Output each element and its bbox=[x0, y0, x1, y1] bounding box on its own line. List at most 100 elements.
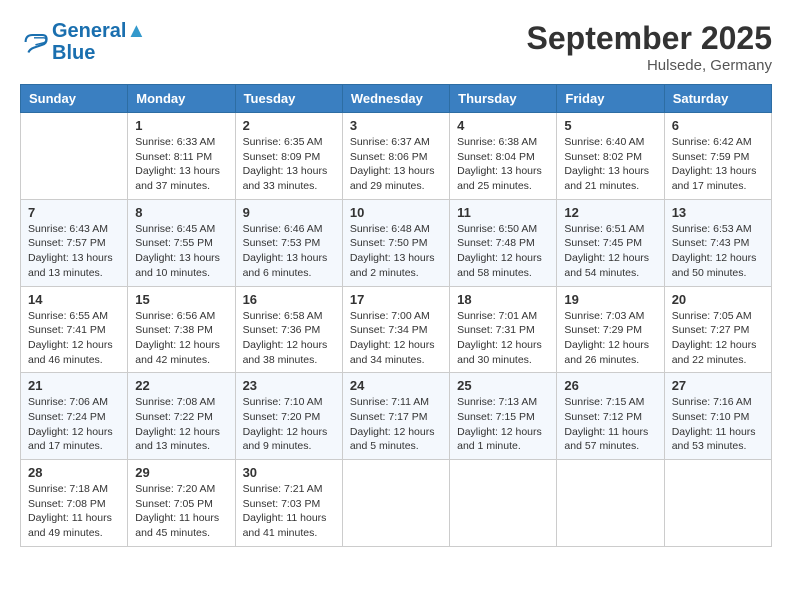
day-number: 19 bbox=[564, 292, 656, 307]
calendar-cell: 13 Sunrise: 6:53 AM Sunset: 7:43 PM Dayli… bbox=[664, 199, 771, 286]
cell-info: Sunrise: 7:00 AM Sunset: 7:34 PM Dayligh… bbox=[350, 309, 442, 368]
cell-info: Sunrise: 7:03 AM Sunset: 7:29 PM Dayligh… bbox=[564, 309, 656, 368]
day-number: 5 bbox=[564, 118, 656, 133]
day-number: 25 bbox=[457, 378, 549, 393]
calendar-cell: 19 Sunrise: 7:03 AM Sunset: 7:29 PM Dayli… bbox=[557, 286, 664, 373]
cell-info: Sunrise: 7:18 AM Sunset: 7:08 PM Dayligh… bbox=[28, 482, 120, 541]
calendar-cell bbox=[664, 460, 771, 547]
day-number: 14 bbox=[28, 292, 120, 307]
day-number: 17 bbox=[350, 292, 442, 307]
cell-info: Sunrise: 7:16 AM Sunset: 7:10 PM Dayligh… bbox=[672, 395, 764, 454]
calendar-cell: 22Sunrise: 7:08 AM Sunset: 7:22 PM Dayli… bbox=[128, 373, 235, 460]
calendar-cell: 5 Sunrise: 6:40 AM Sunset: 8:02 PM Daylig… bbox=[557, 113, 664, 200]
calendar-cell: 7Sunrise: 6:43 AM Sunset: 7:57 PM Daylig… bbox=[21, 199, 128, 286]
weekday-header-thursday: Thursday bbox=[450, 85, 557, 113]
weekday-header-friday: Friday bbox=[557, 85, 664, 113]
cell-info: Sunrise: 6:55 AM Sunset: 7:41 PM Dayligh… bbox=[28, 309, 120, 368]
cell-info: Sunrise: 6:40 AM Sunset: 8:02 PM Dayligh… bbox=[564, 135, 656, 194]
weekday-header-sunday: Sunday bbox=[21, 85, 128, 113]
calendar-cell: 17 Sunrise: 7:00 AM Sunset: 7:34 PM Dayli… bbox=[342, 286, 449, 373]
calendar-cell: 20Sunrise: 7:05 AM Sunset: 7:27 PM Dayli… bbox=[664, 286, 771, 373]
calendar-cell bbox=[21, 113, 128, 200]
cell-info: Sunrise: 6:33 AM Sunset: 8:11 PM Dayligh… bbox=[135, 135, 227, 194]
day-number: 13 bbox=[672, 205, 764, 220]
calendar-cell: 23 Sunrise: 7:10 AM Sunset: 7:20 PM Dayli… bbox=[235, 373, 342, 460]
calendar-cell: 1 Sunrise: 6:33 AM Sunset: 8:11 PM Daylig… bbox=[128, 113, 235, 200]
day-number: 11 bbox=[457, 205, 549, 220]
day-number: 4 bbox=[457, 118, 549, 133]
week-row-2: 7Sunrise: 6:43 AM Sunset: 7:57 PM Daylig… bbox=[21, 199, 772, 286]
weekday-row: SundayMondayTuesdayWednesdayThursdayFrid… bbox=[21, 85, 772, 113]
day-number: 18 bbox=[457, 292, 549, 307]
location: Hulsede, Germany bbox=[527, 57, 772, 74]
calendar-cell: 3 Sunrise: 6:37 AM Sunset: 8:06 PM Daylig… bbox=[342, 113, 449, 200]
week-row-3: 14 Sunrise: 6:55 AM Sunset: 7:41 PM Dayli… bbox=[21, 286, 772, 373]
day-number: 24 bbox=[350, 378, 442, 393]
cell-info: Sunrise: 6:58 AM Sunset: 7:36 PM Dayligh… bbox=[243, 309, 335, 368]
calendar-cell: 9 Sunrise: 6:46 AM Sunset: 7:53 PM Daylig… bbox=[235, 199, 342, 286]
day-number: 3 bbox=[350, 118, 442, 133]
day-number: 9 bbox=[243, 205, 335, 220]
day-number: 12 bbox=[564, 205, 656, 220]
cell-info: Sunrise: 6:43 AM Sunset: 7:57 PM Dayligh… bbox=[28, 222, 120, 281]
cell-info: Sunrise: 6:37 AM Sunset: 8:06 PM Dayligh… bbox=[350, 135, 442, 194]
month-title: September 2025 bbox=[527, 20, 772, 57]
calendar-cell: 10Sunrise: 6:48 AM Sunset: 7:50 PM Dayli… bbox=[342, 199, 449, 286]
calendar-cell bbox=[450, 460, 557, 547]
day-number: 15 bbox=[135, 292, 227, 307]
week-row-5: 28 Sunrise: 7:18 AM Sunset: 7:08 PM Dayli… bbox=[21, 460, 772, 547]
calendar-cell: 12 Sunrise: 6:51 AM Sunset: 7:45 PM Dayli… bbox=[557, 199, 664, 286]
calendar-cell: 4 Sunrise: 6:38 AM Sunset: 8:04 PM Daylig… bbox=[450, 113, 557, 200]
cell-info: Sunrise: 7:13 AM Sunset: 7:15 PM Dayligh… bbox=[457, 395, 549, 454]
calendar-cell bbox=[342, 460, 449, 547]
calendar-cell: 30Sunrise: 7:21 AM Sunset: 7:03 PM Dayli… bbox=[235, 460, 342, 547]
calendar-header: SundayMondayTuesdayWednesdayThursdayFrid… bbox=[21, 85, 772, 113]
cell-info: Sunrise: 7:06 AM Sunset: 7:24 PM Dayligh… bbox=[28, 395, 120, 454]
calendar-cell bbox=[557, 460, 664, 547]
day-number: 26 bbox=[564, 378, 656, 393]
calendar-cell: 18Sunrise: 7:01 AM Sunset: 7:31 PM Dayli… bbox=[450, 286, 557, 373]
cell-info: Sunrise: 7:10 AM Sunset: 7:20 PM Dayligh… bbox=[243, 395, 335, 454]
weekday-header-monday: Monday bbox=[128, 85, 235, 113]
title-section: September 2025 Hulsede, Germany bbox=[527, 20, 772, 74]
day-number: 2 bbox=[243, 118, 335, 133]
calendar-cell: 24 Sunrise: 7:11 AM Sunset: 7:17 PM Dayli… bbox=[342, 373, 449, 460]
calendar-cell: 11 Sunrise: 6:50 AM Sunset: 7:48 PM Dayli… bbox=[450, 199, 557, 286]
calendar-cell: 15 Sunrise: 6:56 AM Sunset: 7:38 PM Dayli… bbox=[128, 286, 235, 373]
cell-info: Sunrise: 6:53 AM Sunset: 7:43 PM Dayligh… bbox=[672, 222, 764, 281]
cell-info: Sunrise: 6:38 AM Sunset: 8:04 PM Dayligh… bbox=[457, 135, 549, 194]
day-number: 1 bbox=[135, 118, 227, 133]
logo-icon bbox=[20, 28, 48, 56]
cell-info: Sunrise: 6:50 AM Sunset: 7:48 PM Dayligh… bbox=[457, 222, 549, 281]
week-row-4: 21 Sunrise: 7:06 AM Sunset: 7:24 PM Dayli… bbox=[21, 373, 772, 460]
day-number: 16 bbox=[243, 292, 335, 307]
weekday-header-saturday: Saturday bbox=[664, 85, 771, 113]
cell-info: Sunrise: 7:21 AM Sunset: 7:03 PM Dayligh… bbox=[243, 482, 335, 541]
calendar-cell: 26 Sunrise: 7:15 AM Sunset: 7:12 PM Dayli… bbox=[557, 373, 664, 460]
page-header: General▲ Blue September 2025 Hulsede, Ge… bbox=[20, 20, 772, 74]
cell-info: Sunrise: 7:08 AM Sunset: 7:22 PM Dayligh… bbox=[135, 395, 227, 454]
day-number: 21 bbox=[28, 378, 120, 393]
cell-info: Sunrise: 6:35 AM Sunset: 8:09 PM Dayligh… bbox=[243, 135, 335, 194]
day-number: 28 bbox=[28, 465, 120, 480]
cell-info: Sunrise: 6:56 AM Sunset: 7:38 PM Dayligh… bbox=[135, 309, 227, 368]
calendar-cell: 16 Sunrise: 6:58 AM Sunset: 7:36 PM Dayli… bbox=[235, 286, 342, 373]
calendar-body: 1 Sunrise: 6:33 AM Sunset: 8:11 PM Daylig… bbox=[21, 113, 772, 547]
week-row-1: 1 Sunrise: 6:33 AM Sunset: 8:11 PM Daylig… bbox=[21, 113, 772, 200]
calendar-cell: 14 Sunrise: 6:55 AM Sunset: 7:41 PM Dayli… bbox=[21, 286, 128, 373]
cell-info: Sunrise: 7:11 AM Sunset: 7:17 PM Dayligh… bbox=[350, 395, 442, 454]
cell-info: Sunrise: 7:15 AM Sunset: 7:12 PM Dayligh… bbox=[564, 395, 656, 454]
cell-info: Sunrise: 6:51 AM Sunset: 7:45 PM Dayligh… bbox=[564, 222, 656, 281]
cell-info: Sunrise: 7:20 AM Sunset: 7:05 PM Dayligh… bbox=[135, 482, 227, 541]
day-number: 29 bbox=[135, 465, 227, 480]
day-number: 6 bbox=[672, 118, 764, 133]
calendar-cell: 8Sunrise: 6:45 AM Sunset: 7:55 PM Daylig… bbox=[128, 199, 235, 286]
day-number: 20 bbox=[672, 292, 764, 307]
day-number: 23 bbox=[243, 378, 335, 393]
cell-info: Sunrise: 6:42 AM Sunset: 7:59 PM Dayligh… bbox=[672, 135, 764, 194]
logo-text: General▲ Blue bbox=[52, 20, 146, 64]
weekday-header-tuesday: Tuesday bbox=[235, 85, 342, 113]
calendar-cell: 28 Sunrise: 7:18 AM Sunset: 7:08 PM Dayli… bbox=[21, 460, 128, 547]
cell-info: Sunrise: 6:46 AM Sunset: 7:53 PM Dayligh… bbox=[243, 222, 335, 281]
calendar-cell: 21 Sunrise: 7:06 AM Sunset: 7:24 PM Dayli… bbox=[21, 373, 128, 460]
